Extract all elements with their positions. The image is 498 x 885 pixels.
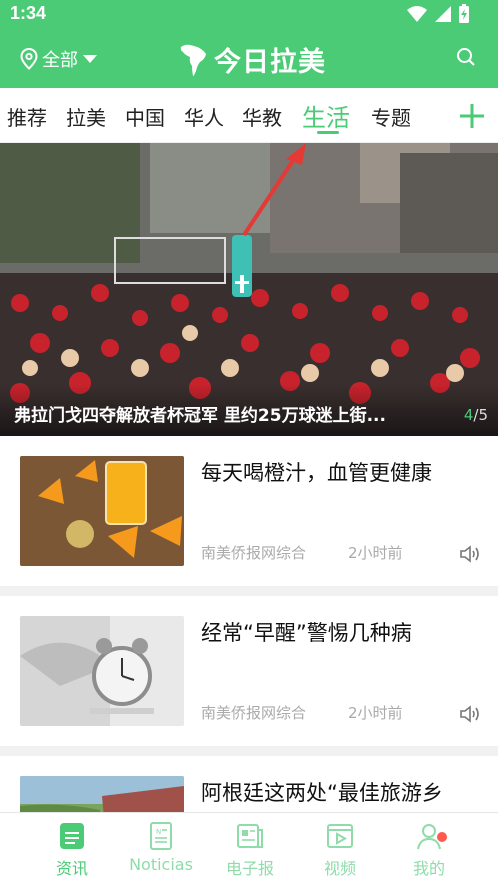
news-title: 阿根廷这两处“最佳旅游乡村”被点名 你去? [201, 781, 443, 812]
alarm-clock-image [20, 616, 184, 726]
svg-text:N: N [156, 828, 161, 836]
notification-dot [437, 832, 447, 842]
read-aloud-button[interactable] [459, 544, 483, 568]
nav-news-label: 资讯 [55, 859, 88, 878]
news-item[interactable]: 阿根廷这两处“最佳旅游乡村”被点名 你去? [0, 756, 498, 812]
brand-title: 今日拉美 [214, 47, 326, 78]
banner-pager-total: /5 [473, 406, 488, 424]
orange-juice-image [20, 456, 184, 566]
tab-life[interactable]: 生活 [302, 98, 350, 133]
tab-education[interactable]: 华教 [242, 102, 282, 131]
nav-noticias-label: Noticias [129, 855, 193, 874]
list-divider [0, 586, 498, 596]
featured-banner[interactable]: 弗拉门戈四夺解放者杯冠军 里约25万球迷上街... 4/5 [0, 143, 498, 436]
nav-noticias[interactable]: N Noticias [116, 821, 206, 874]
news-time: 2小时前 [348, 544, 403, 562]
tab-recommend[interactable]: 推荐 [7, 102, 47, 131]
location-pin-icon [20, 48, 38, 70]
caret-down-icon [83, 55, 97, 63]
news-title: 经常“早醒”警惕几种病 [201, 621, 412, 645]
news-thumbnail [20, 456, 184, 566]
search-icon [457, 48, 475, 66]
news-thumbnail [20, 616, 184, 726]
nav-epaper[interactable]: 电子报 [205, 821, 295, 879]
news-time: 2小时前 [348, 704, 403, 722]
latin-america-logo-icon [180, 44, 206, 76]
video-play-icon [327, 824, 353, 848]
read-aloud-button[interactable] [459, 704, 483, 728]
wifi-icon [407, 6, 427, 22]
banner-title: 弗拉门戈四夺解放者杯冠军 里约25万球迷上街... [14, 406, 386, 426]
news-source: 南美侨报网综合 [201, 544, 307, 562]
app-header: 1:34 全部 今日拉美 [0, 0, 498, 88]
battery-icon [459, 4, 469, 23]
location-selector[interactable]: 全部 [20, 46, 98, 72]
location-label: 全部 [42, 50, 78, 71]
tab-topics[interactable]: 专题 [371, 102, 411, 131]
brand: 今日拉美 [178, 40, 326, 79]
status-time: 1:34 [10, 3, 47, 23]
search-button[interactable] [456, 47, 476, 71]
signal-icon [435, 6, 451, 22]
news-title: 每天喝橙汁，血管更健康 [201, 461, 432, 485]
bottom-navigation: 资讯 N Noticias 电子报 视频 我的 [0, 812, 498, 885]
banner-pager-current: 4 [463, 406, 474, 424]
news-item[interactable]: 经常“早醒”警惕几种病 南美侨报网综合 2小时前 [0, 596, 498, 746]
nav-video[interactable]: 视频 [295, 821, 385, 879]
news-thumbnail [20, 776, 184, 812]
active-tab-indicator [317, 131, 339, 134]
status-icons [406, 4, 470, 24]
newspaper-icon [237, 824, 263, 848]
news-doc-icon [60, 823, 84, 849]
nav-epaper-label: 电子报 [225, 859, 274, 878]
add-channel-button[interactable] [456, 100, 488, 136]
tab-china[interactable]: 中国 [125, 102, 165, 131]
argentina-landscape-image [20, 776, 184, 812]
article-icon: N [150, 822, 172, 850]
speaker-icon [460, 705, 479, 723]
news-item[interactable]: 每天喝橙汁，血管更健康 南美侨报网综合 2小时前 [0, 436, 498, 586]
plus-icon [460, 104, 484, 128]
category-tabs: 推荐 拉美 中国 华人 华教 生活 专题 [0, 88, 498, 143]
nav-video-label: 视频 [323, 859, 356, 878]
nav-profile-label: 我的 [412, 859, 445, 878]
speaker-icon [460, 545, 479, 563]
news-source: 南美侨报网综合 [201, 704, 307, 722]
tab-latin-america[interactable]: 拉美 [66, 102, 106, 131]
list-divider [0, 746, 498, 756]
banner-caption: 弗拉门戈四夺解放者杯冠军 里约25万球迷上街... 4/5 [0, 384, 498, 436]
tab-chinese[interactable]: 华人 [184, 102, 224, 131]
nav-profile[interactable]: 我的 [384, 821, 474, 879]
nav-news[interactable]: 资讯 [27, 821, 117, 879]
banner-pager: 4/5 [464, 406, 488, 424]
